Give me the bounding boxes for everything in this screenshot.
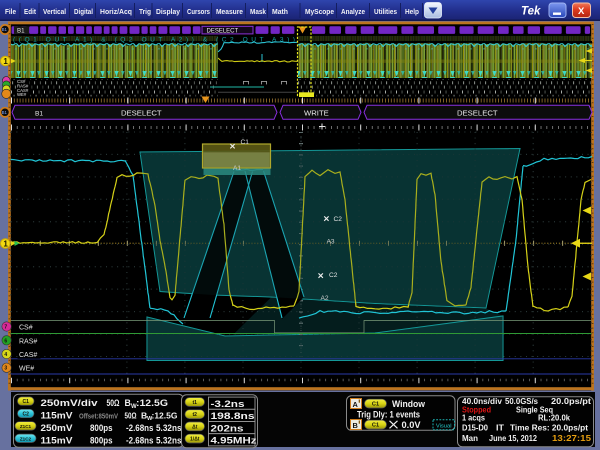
svg-text:Window: Window (392, 399, 425, 409)
svg-text:Tek: Tek (521, 6, 541, 18)
svg-text:5.32ns: 5.32ns (156, 435, 182, 445)
svg-text:50Ω: 50Ω (107, 398, 120, 408)
svg-text:B1: B1 (2, 27, 8, 32)
svg-text:4: 4 (4, 352, 7, 358)
svg-text:Measure: Measure (216, 7, 243, 16)
svg-text:WE#: WE# (19, 366, 34, 373)
svg-text:Horiz/Acq: Horiz/Acq (100, 7, 132, 16)
svg-text:Z1C2: Z1C2 (20, 436, 32, 441)
svg-text:-2.68ns: -2.68ns (126, 423, 154, 433)
svg-text:800ps: 800ps (90, 435, 113, 445)
svg-text:t2: t2 (193, 412, 198, 418)
svg-text:Offset:850mV: Offset:850mV (79, 412, 118, 421)
svg-text:115mV: 115mV (41, 411, 73, 421)
svg-text:4.95MHz: 4.95MHz (211, 436, 258, 446)
svg-text:7: 7 (4, 325, 7, 331)
svg-text:DESELECT: DESELECT (207, 29, 239, 35)
svg-text:C2: C2 (334, 216, 343, 223)
svg-text:Mask: Mask (250, 7, 267, 16)
svg-text:A: A (353, 400, 359, 409)
svg-text:C2: C2 (329, 272, 338, 279)
svg-text:1: 1 (3, 57, 8, 66)
svg-text:-3.2ns: -3.2ns (211, 399, 245, 409)
svg-text:X: X (578, 6, 585, 17)
svg-text:MyScope: MyScope (305, 7, 334, 16)
svg-text:202ns: 202ns (211, 423, 244, 433)
svg-text:RL:20.0k: RL:20.0k (538, 413, 570, 423)
svg-text:-2.68ns: -2.68ns (126, 435, 154, 445)
svg-text:0.0V: 0.0V (402, 420, 421, 430)
svg-text:13:27:15: 13:27:15 (552, 433, 591, 443)
svg-text:C1: C1 (372, 423, 379, 429)
svg-text:Help: Help (405, 7, 419, 16)
svg-text::12.5G: :12.5G (136, 398, 168, 408)
svg-text:B1: B1 (2, 110, 8, 115)
svg-text:250mV/div: 250mV/div (41, 398, 98, 408)
svg-text:File: File (5, 7, 16, 16)
svg-text:Digital: Digital (74, 7, 93, 16)
svg-text:Man: Man (462, 433, 478, 443)
svg-text:DESELECT: DESELECT (457, 109, 498, 118)
svg-text:Trig: Trig (139, 7, 151, 16)
svg-text:20.0ps/pt: 20.0ps/pt (551, 396, 591, 406)
svg-text:C1: C1 (23, 399, 30, 405)
svg-text:Cursors: Cursors (187, 7, 210, 16)
svg-text:CS#: CS# (19, 325, 33, 332)
svg-text:DESELECT: DESELECT (121, 109, 162, 118)
svg-text:Vertical: Vertical (43, 7, 66, 16)
svg-text:June 15, 2012: June 15, 2012 (489, 433, 537, 443)
svg-text:3: 3 (4, 366, 7, 372)
svg-text:D15-D0: D15-D0 (462, 423, 488, 433)
svg-text:C1: C1 (372, 402, 379, 408)
svg-text:t1: t1 (193, 400, 198, 406)
svg-text:Math: Math (272, 7, 288, 16)
svg-text:B: B (125, 398, 131, 408)
svg-text:250mV: 250mV (41, 423, 73, 433)
svg-text:RAS#: RAS# (19, 338, 37, 345)
svg-text:A1: A1 (233, 165, 241, 172)
svg-text:115mV: 115mV (41, 435, 73, 445)
svg-text:800ps: 800ps (90, 423, 113, 433)
svg-text:Display: Display (156, 7, 181, 16)
svg-text:Edit: Edit (24, 7, 36, 16)
svg-text:B1: B1 (17, 28, 25, 35)
svg-text:1/Δt: 1/Δt (190, 437, 200, 443)
svg-text:Utilities: Utilities (374, 7, 397, 16)
svg-text:1 acqs: 1 acqs (462, 413, 485, 423)
svg-text:1: 1 (3, 240, 8, 249)
svg-text::12.5G: :12.5G (152, 411, 178, 421)
svg-text:Trig Dly: 1 events: Trig Dly: 1 events (357, 410, 420, 420)
svg-text:C2: C2 (23, 412, 30, 418)
svg-text:B: B (353, 421, 358, 430)
svg-text:A3: A3 (327, 238, 335, 245)
svg-text:Visual: Visual (436, 423, 452, 429)
svg-text:Z1C1: Z1C1 (20, 424, 32, 429)
svg-text:CAS#: CAS# (19, 352, 37, 359)
svg-text:Δt: Δt (192, 424, 198, 430)
svg-text:5.32ns: 5.32ns (156, 423, 182, 433)
svg-text:Analyze: Analyze (341, 7, 365, 16)
svg-text:IT: IT (496, 423, 505, 433)
svg-text:A2: A2 (321, 295, 329, 302)
svg-text:WE#: WE# (17, 92, 27, 97)
svg-text:198.8ns: 198.8ns (211, 411, 255, 421)
svg-text:6: 6 (4, 338, 7, 344)
svg-text:B1: B1 (35, 110, 43, 117)
svg-text:Time Res: 20.0ps/pt: Time Res: 20.0ps/pt (510, 423, 588, 433)
svg-text:50Ω: 50Ω (125, 411, 137, 421)
svg-text:WRITE: WRITE (304, 109, 329, 118)
svg-text:C1: C1 (241, 139, 250, 146)
